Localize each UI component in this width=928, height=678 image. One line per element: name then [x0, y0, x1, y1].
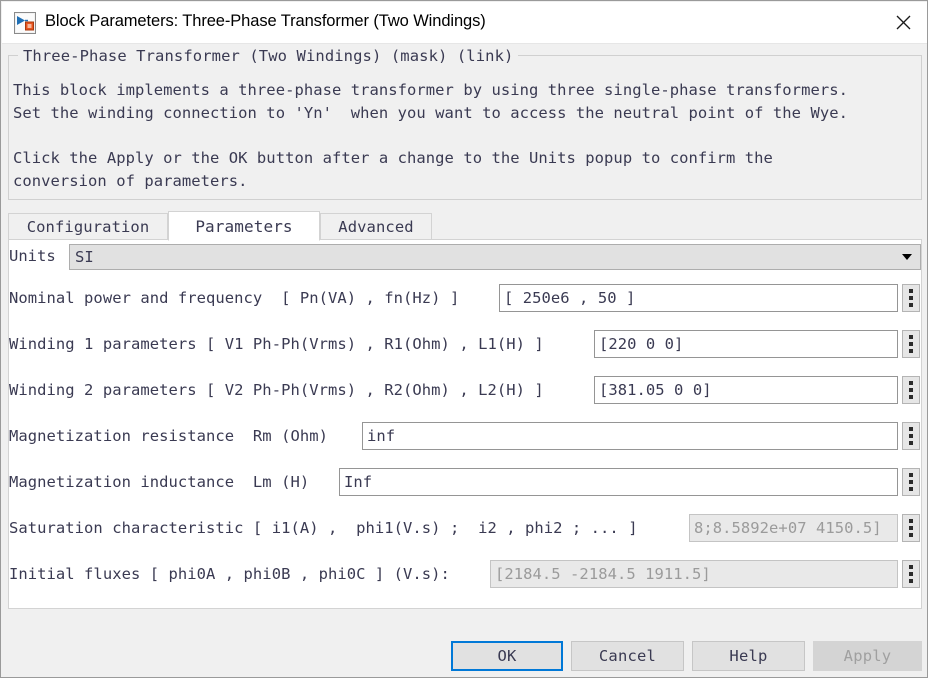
parameter-label: Nominal power and frequency [ Pn(VA) , f… [9, 289, 460, 307]
parameter-label: Saturation characteristic [ i1(A) , phi1… [9, 519, 638, 537]
parameter-row: Saturation characteristic [ i1(A) , phi1… [1, 514, 927, 544]
simulink-block-icon [14, 12, 36, 34]
parameter-label: Magnetization inductance Lm (H) [9, 473, 310, 491]
tab-configuration[interactable]: Configuration [8, 213, 168, 239]
close-icon[interactable] [879, 2, 927, 43]
parameter-label: Winding 1 parameters [ V1 Ph-Ph(Vrms) , … [9, 335, 544, 353]
saturation-characteristic-input[interactable] [689, 514, 898, 542]
tab-strip: Configuration Parameters Advanced [8, 211, 922, 241]
ok-button[interactable]: OK [451, 641, 563, 671]
magnetization-inductance-input[interactable] [339, 468, 898, 496]
title-bar-divider [2, 43, 927, 44]
title-bar: Block Parameters: Three-Phase Transforme… [2, 2, 927, 43]
parameter-label: Initial fluxes [ phi0A , phi0B , phi0C ]… [9, 565, 450, 583]
vertical-dots-icon[interactable] [902, 422, 920, 450]
parameter-label: Magnetization resistance Rm (Ohm) [9, 427, 328, 445]
winding-1-parameters-input[interactable] [594, 330, 898, 358]
parameter-row: Winding 2 parameters [ V2 Ph-Ph(Vrms) , … [1, 376, 927, 406]
units-select[interactable]: SI [69, 244, 921, 270]
units-label: Units [9, 247, 56, 265]
parameter-row: Winding 1 parameters [ V1 Ph-Ph(Vrms) , … [1, 330, 927, 360]
description-line: conversion of parameters. [13, 172, 248, 190]
cancel-button[interactable]: Cancel [571, 641, 684, 671]
tab-advanced[interactable]: Advanced [320, 213, 432, 239]
apply-button: Apply [813, 641, 922, 671]
description-line: Click the Apply or the OK button after a… [13, 149, 773, 167]
nominal-power-frequency-input[interactable] [499, 284, 898, 312]
parameter-label: Winding 2 parameters [ V2 Ph-Ph(Vrms) , … [9, 381, 544, 399]
vertical-dots-icon[interactable] [902, 468, 920, 496]
winding-2-parameters-input[interactable] [594, 376, 898, 404]
window-title: Block Parameters: Three-Phase Transforme… [45, 12, 486, 30]
parameter-row: Initial fluxes [ phi0A , phi0B , phi0C ]… [1, 560, 927, 590]
description-line: Set the winding connection to 'Yn' when … [13, 104, 848, 122]
help-button[interactable]: Help [692, 641, 805, 671]
tab-parameters[interactable]: Parameters [168, 211, 320, 241]
initial-fluxes-input[interactable] [490, 560, 898, 588]
description-legend: Three-Phase Transformer (Two Windings) (… [18, 47, 519, 65]
magnetization-resistance-input[interactable] [362, 422, 898, 450]
chevron-down-icon [902, 254, 912, 260]
vertical-dots-icon[interactable] [902, 376, 920, 404]
vertical-dots-icon[interactable] [902, 330, 920, 358]
units-select-value: SI [75, 248, 94, 266]
parameter-row: Nominal power and frequency [ Pn(VA) , f… [1, 284, 927, 314]
description-line: This block implements a three-phase tran… [13, 81, 848, 99]
block-parameters-dialog: Block Parameters: Three-Phase Transforme… [0, 0, 928, 678]
parameter-row: Magnetization inductance Lm (H) [1, 468, 927, 498]
vertical-dots-icon[interactable] [902, 514, 920, 542]
vertical-dots-icon[interactable] [902, 284, 920, 312]
parameter-row: Magnetization resistance Rm (Ohm) [1, 422, 927, 452]
vertical-dots-icon[interactable] [902, 560, 920, 588]
